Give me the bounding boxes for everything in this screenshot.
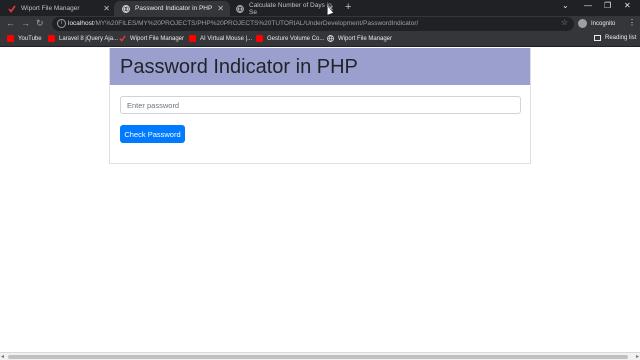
password-card: Password Indicator in PHP Check Password xyxy=(109,48,531,164)
site-info-icon[interactable]: i xyxy=(57,19,66,28)
tab-strip: Wiport File Manager ✕ Password Indicator… xyxy=(0,0,640,16)
globe-icon xyxy=(327,35,334,42)
bookmark-star-icon[interactable]: ☆ xyxy=(561,18,568,27)
browser-toolbar: ← → ↻ i localhost/MY%20FILES/MY%20PROJEC… xyxy=(0,16,640,32)
youtube-icon xyxy=(7,35,14,42)
tab-calculate-days[interactable]: Calculate Number of Days in Se ✕ xyxy=(228,1,340,16)
menu-icon[interactable]: ⋮ xyxy=(628,18,636,27)
bookmark-ai-virtual-mouse[interactable]: AI Virtual Mouse |... xyxy=(189,35,252,42)
globe-icon xyxy=(236,4,244,13)
url-text[interactable]: localhost/MY%20FILES/MY%20PROJECTS/PHP%2… xyxy=(68,20,418,27)
minimize-icon[interactable]: — xyxy=(584,1,592,10)
youtube-icon xyxy=(48,35,55,42)
incognito-icon xyxy=(578,19,587,28)
scroll-right-icon[interactable]: ▸ xyxy=(636,353,639,360)
youtube-icon xyxy=(256,35,263,42)
incognito-indicator[interactable]: Incognito xyxy=(578,19,615,28)
bookmark-laravel-jquery[interactable]: Laravel 8 jQuery Aja... xyxy=(48,35,118,42)
bookmark-wiport-file-manager[interactable]: Wiport File Manager xyxy=(119,35,184,42)
restore-icon[interactable]: ❐ xyxy=(604,1,611,10)
address-bar[interactable]: i localhost/MY%20FILES/MY%20PROJECTS/PHP… xyxy=(52,17,574,31)
page-viewport: Password Indicator in PHP Check Password xyxy=(0,48,640,352)
tab-title: Wiport File Manager xyxy=(21,5,80,12)
back-icon[interactable]: ← xyxy=(6,18,15,28)
close-tab-icon[interactable]: ✕ xyxy=(217,4,224,13)
wiport-check-icon xyxy=(119,35,126,42)
check-password-button[interactable]: Check Password xyxy=(120,125,185,143)
globe-icon xyxy=(122,4,130,13)
page-title: Password Indicator in PHP xyxy=(120,56,358,78)
bookmark-wiport-file-manager-2[interactable]: Wiport File Manager xyxy=(327,35,392,42)
close-window-icon[interactable]: ✕ xyxy=(624,1,631,10)
card-header: Password Indicator in PHP xyxy=(110,48,530,85)
close-tab-icon[interactable]: ✕ xyxy=(103,4,110,13)
reload-icon[interactable]: ↻ xyxy=(36,18,44,29)
tab-title: Password Indicator in PHP xyxy=(135,5,213,12)
password-input[interactable] xyxy=(120,96,521,114)
new-tab-button[interactable]: + xyxy=(345,1,351,13)
reading-list-icon xyxy=(594,35,601,41)
bookmarks-bar: YouTube Laravel 8 jQuery Aja... Wiport F… xyxy=(0,32,640,47)
wiport-check-icon xyxy=(8,5,16,13)
tab-search-icon[interactable]: ⌄ xyxy=(562,1,569,10)
bookmark-youtube[interactable]: YouTube xyxy=(7,35,42,42)
horizontal-scrollbar[interactable]: ◂ ▸ xyxy=(0,352,640,360)
scroll-left-icon[interactable]: ◂ xyxy=(1,353,4,360)
youtube-icon xyxy=(189,35,196,42)
tab-password-indicator[interactable]: Password Indicator in PHP ✕ xyxy=(114,1,230,16)
reading-list-button[interactable]: Reading list xyxy=(594,35,636,41)
tab-wiport-file-manager[interactable]: Wiport File Manager ✕ xyxy=(0,1,116,16)
forward-icon[interactable]: → xyxy=(21,18,30,28)
bookmark-gesture-volume[interactable]: Gesture Volume Co... xyxy=(256,35,324,42)
scrollbar-thumb[interactable] xyxy=(8,355,628,359)
